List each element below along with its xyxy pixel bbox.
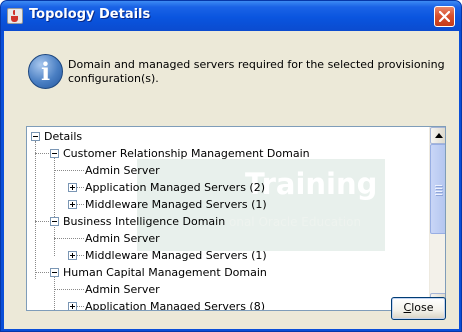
- tree-node-crm-domain[interactable]: Customer Relationship Management Domain: [63, 145, 310, 162]
- tree-root-details[interactable]: Details: [44, 128, 82, 145]
- arrow-up-icon: [435, 133, 443, 138]
- expand-toggle[interactable]: [68, 302, 77, 310]
- collapse-toggle[interactable]: [50, 268, 59, 277]
- vertical-scrollbar[interactable]: [429, 127, 445, 310]
- close-button[interactable]: Close: [391, 297, 446, 320]
- title-bar[interactable]: Topology Details: [1, 1, 461, 31]
- expand-toggle[interactable]: [68, 200, 77, 209]
- close-icon: [439, 11, 450, 22]
- scroll-thumb[interactable]: [430, 144, 445, 234]
- tree-node-admin-server[interactable]: Admin Server: [85, 162, 160, 179]
- tree-node-middleware-servers[interactable]: Middleware Managed Servers (1): [85, 196, 267, 213]
- tree-node-application-servers[interactable]: Application Managed Servers (8): [85, 298, 265, 310]
- scroll-up-button[interactable]: [430, 127, 445, 144]
- close-window-button[interactable]: [434, 6, 455, 27]
- tree-node-hcm-domain[interactable]: Human Capital Management Domain: [63, 264, 267, 281]
- topology-tree[interactable]: Training onal Oracle Education Details C…: [26, 126, 446, 311]
- expand-toggle[interactable]: [68, 183, 77, 192]
- tree-node-bi-domain[interactable]: Business Intelligence Domain: [63, 213, 225, 230]
- window-title: Topology Details: [29, 7, 151, 22]
- topology-details-window: Topology Details i Domain and managed se…: [0, 0, 462, 332]
- expand-toggle[interactable]: [68, 251, 77, 260]
- tree-node-admin-server[interactable]: Admin Server: [85, 230, 160, 247]
- collapse-toggle[interactable]: [31, 132, 40, 141]
- tree-viewport: Training onal Oracle Education Details C…: [27, 127, 429, 310]
- dialog-body: i Domain and managed servers required fo…: [4, 31, 459, 329]
- collapse-toggle[interactable]: [50, 217, 59, 226]
- watermark-subtext: onal Oracle Education: [229, 215, 362, 229]
- info-icon: i: [28, 54, 63, 89]
- java-cup-icon: [7, 8, 23, 24]
- tree-node-application-servers[interactable]: Application Managed Servers (2): [85, 179, 265, 196]
- collapse-toggle[interactable]: [50, 149, 59, 158]
- info-message: Domain and managed servers required for …: [68, 58, 445, 85]
- close-button-label: lose: [411, 301, 434, 314]
- tree-node-middleware-servers[interactable]: Middleware Managed Servers (1): [85, 247, 267, 264]
- tree-node-admin-server[interactable]: Admin Server: [85, 281, 160, 298]
